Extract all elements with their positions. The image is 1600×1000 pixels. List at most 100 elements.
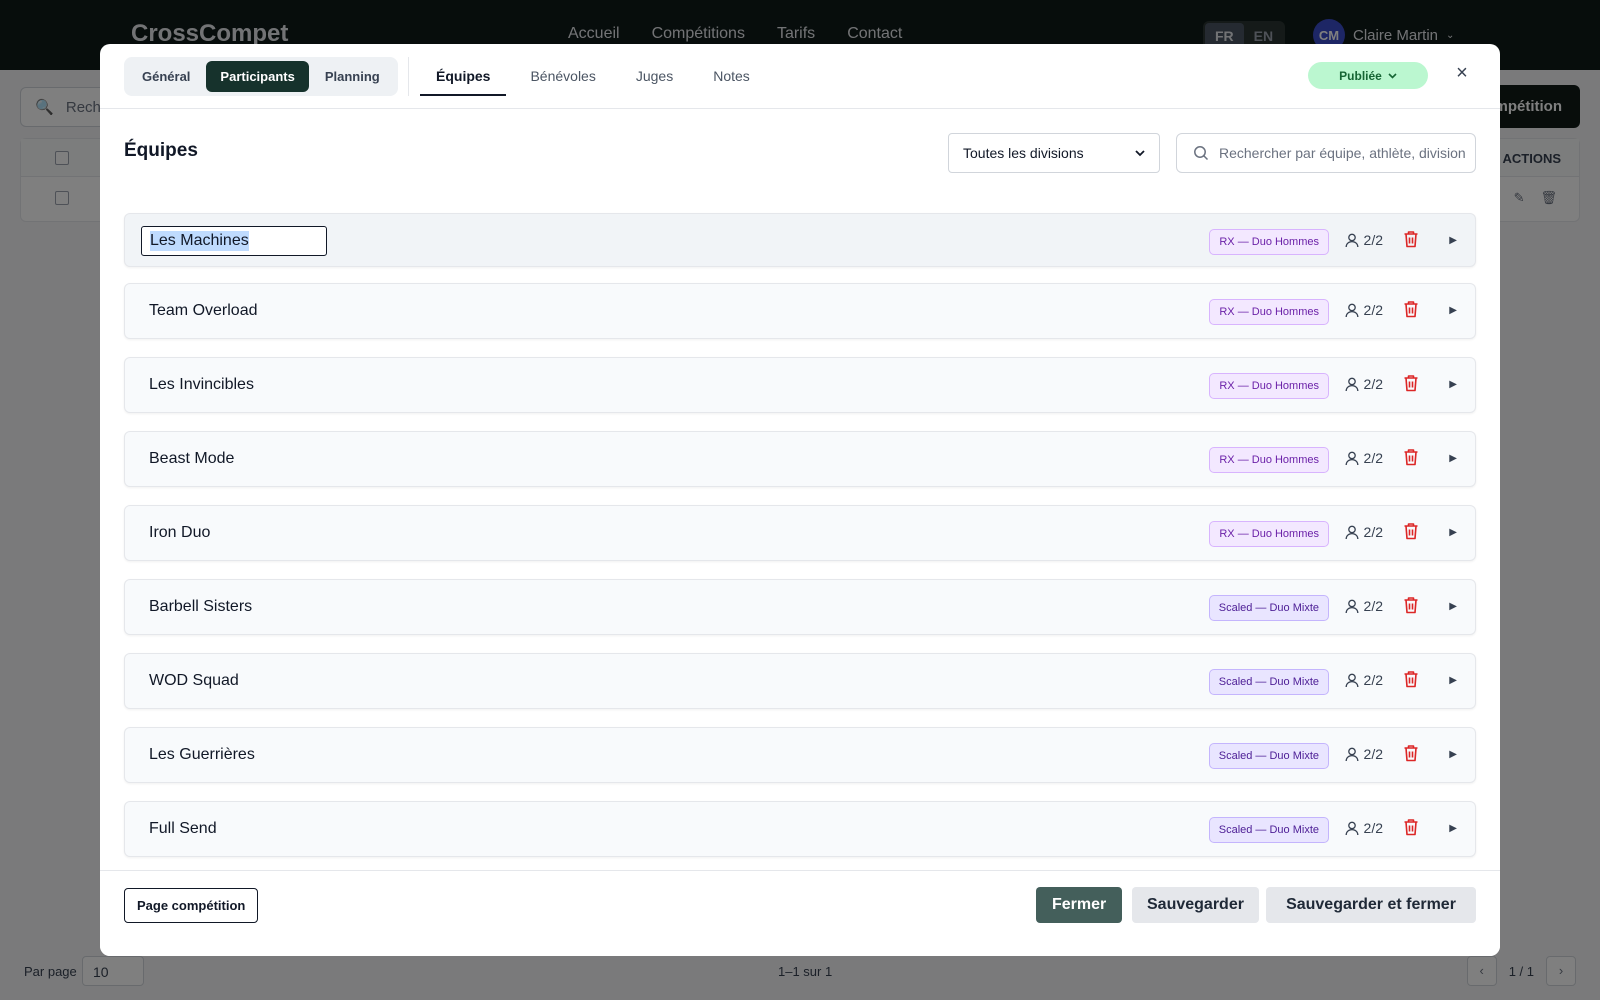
tab-divider (408, 57, 409, 96)
section-title: Équipes (124, 140, 198, 161)
user-icon (1345, 747, 1358, 761)
competition-edit-modal: Général Participants Planning Équipes Bé… (100, 44, 1500, 956)
member-count: 2/2 (1345, 746, 1383, 762)
division-badge: RX — Duo Hommes (1209, 447, 1329, 473)
main-tabs: Général Participants Planning (124, 57, 398, 96)
trash-icon[interactable] (1403, 744, 1419, 764)
user-icon (1345, 303, 1358, 317)
user-icon (1345, 233, 1358, 247)
tab-planning[interactable]: Planning (311, 61, 394, 92)
user-icon (1345, 525, 1358, 539)
team-row[interactable]: Full Send Scaled — Duo Mixte 2/2 ▶ (124, 801, 1476, 857)
close-icon[interactable]: × (1452, 60, 1472, 86)
team-row[interactable]: Barbell Sisters Scaled — Duo Mixte 2/2 ▶ (124, 579, 1476, 635)
member-count: 2/2 (1345, 450, 1383, 466)
subtab-equipes[interactable]: Équipes (420, 44, 507, 96)
user-icon (1345, 673, 1358, 687)
expand-arrow-icon[interactable]: ▶ (1449, 672, 1457, 690)
team-row[interactable]: Les Machines RX — Duo Hommes 2/2 ▶ (124, 213, 1476, 267)
page-competition-button[interactable]: Page compétition (124, 888, 259, 923)
tab-general[interactable]: Général (128, 61, 204, 92)
trash-icon[interactable] (1403, 596, 1419, 616)
team-row[interactable]: Iron Duo RX — Duo Hommes 2/2 ▶ (124, 505, 1476, 561)
team-search-box (1176, 133, 1476, 173)
member-count-value: 2/2 (1363, 302, 1383, 318)
division-badge: RX — Duo Hommes (1209, 521, 1329, 547)
status-label: Publiée (1339, 68, 1382, 83)
member-count-value: 2/2 (1363, 524, 1383, 540)
member-count: 2/2 (1345, 524, 1383, 540)
subtab-juges[interactable]: Juges (620, 44, 689, 96)
team-row[interactable]: Les Invincibles RX — Duo Hommes 2/2 ▶ (124, 357, 1476, 413)
trash-icon[interactable] (1403, 670, 1419, 690)
tab-participants[interactable]: Participants (206, 61, 309, 92)
member-count: 2/2 (1345, 302, 1383, 318)
save-button[interactable]: Sauvegarder (1132, 887, 1259, 923)
participant-subtabs: Équipes Bénévoles Juges Notes (420, 44, 774, 109)
team-row[interactable]: Beast Mode RX — Duo Hommes 2/2 ▶ (124, 431, 1476, 487)
member-count: 2/2 (1345, 672, 1383, 688)
expand-arrow-icon[interactable]: ▶ (1449, 598, 1457, 616)
team-name-input[interactable]: Les Machines (141, 226, 327, 256)
member-count-value: 2/2 (1363, 598, 1383, 614)
team-search-input[interactable] (1219, 145, 1469, 161)
trash-icon[interactable] (1403, 818, 1419, 838)
modal-footer: Page compétition Fermer Sauvegarder Sauv… (100, 870, 1500, 956)
team-name: Les Guerrières (149, 746, 255, 763)
division-badge: Scaled — Duo Mixte (1208, 817, 1329, 843)
save-and-close-button[interactable]: Sauvegarder et fermer (1266, 887, 1476, 923)
expand-arrow-icon[interactable]: ▶ (1449, 524, 1457, 542)
team-name: Beast Mode (149, 450, 235, 467)
team-name: Les Invincibles (149, 376, 254, 393)
user-icon (1345, 451, 1358, 465)
member-count: 2/2 (1345, 376, 1383, 392)
team-name: Full Send (149, 820, 217, 837)
team-name: Team Overload (149, 302, 258, 319)
subtab-notes[interactable]: Notes (697, 44, 766, 96)
chevron-down-icon (1388, 72, 1397, 79)
trash-icon[interactable] (1403, 230, 1419, 250)
division-badge: RX — Duo Hommes (1209, 229, 1329, 255)
modal-header: Général Participants Planning Équipes Bé… (100, 44, 1500, 109)
member-count-value: 2/2 (1363, 820, 1383, 836)
expand-arrow-icon[interactable]: ▶ (1449, 232, 1457, 250)
member-count: 2/2 (1345, 232, 1383, 248)
close-button[interactable]: Fermer (1036, 887, 1123, 923)
team-name-selected-text: Les Machines (150, 231, 249, 251)
trash-icon[interactable] (1403, 522, 1419, 542)
user-icon (1345, 821, 1358, 835)
user-icon (1345, 599, 1358, 613)
team-name: Barbell Sisters (149, 598, 253, 615)
division-badge: RX — Duo Hommes (1209, 373, 1329, 399)
member-count-value: 2/2 (1363, 746, 1383, 762)
member-count-value: 2/2 (1363, 232, 1383, 248)
member-count: 2/2 (1345, 598, 1383, 614)
chevron-down-icon (1135, 149, 1145, 156)
status-dropdown[interactable]: Publiée (1308, 62, 1428, 89)
division-badge: Scaled — Duo Mixte (1208, 743, 1329, 769)
member-count: 2/2 (1345, 820, 1383, 836)
division-badge: RX — Duo Hommes (1209, 299, 1329, 325)
division-badge: Scaled — Duo Mixte (1208, 669, 1329, 695)
trash-icon[interactable] (1403, 448, 1419, 468)
trash-icon[interactable] (1403, 300, 1419, 320)
expand-arrow-icon[interactable]: ▶ (1449, 450, 1457, 468)
expand-arrow-icon[interactable]: ▶ (1449, 376, 1457, 394)
division-filter-value: Toutes les divisions (963, 145, 1084, 161)
expand-arrow-icon[interactable]: ▶ (1449, 746, 1457, 764)
expand-arrow-icon[interactable]: ▶ (1449, 302, 1457, 320)
search-icon (1194, 146, 1209, 161)
member-count-value: 2/2 (1363, 672, 1383, 688)
member-count-value: 2/2 (1363, 450, 1383, 466)
division-filter-select[interactable]: Toutes les divisions (948, 133, 1160, 173)
team-name: Iron Duo (149, 524, 211, 541)
team-row[interactable]: WOD Squad Scaled — Duo Mixte 2/2 ▶ (124, 653, 1476, 709)
team-row[interactable]: Team Overload RX — Duo Hommes 2/2 ▶ (124, 283, 1476, 339)
team-name: WOD Squad (149, 672, 239, 689)
subtab-benevoles[interactable]: Bénévoles (514, 44, 611, 96)
division-badge: Scaled — Duo Mixte (1208, 595, 1329, 621)
trash-icon[interactable] (1403, 374, 1419, 394)
team-row[interactable]: Les Guerrières Scaled — Duo Mixte 2/2 ▶ (124, 727, 1476, 783)
member-count-value: 2/2 (1363, 376, 1383, 392)
expand-arrow-icon[interactable]: ▶ (1449, 820, 1457, 838)
